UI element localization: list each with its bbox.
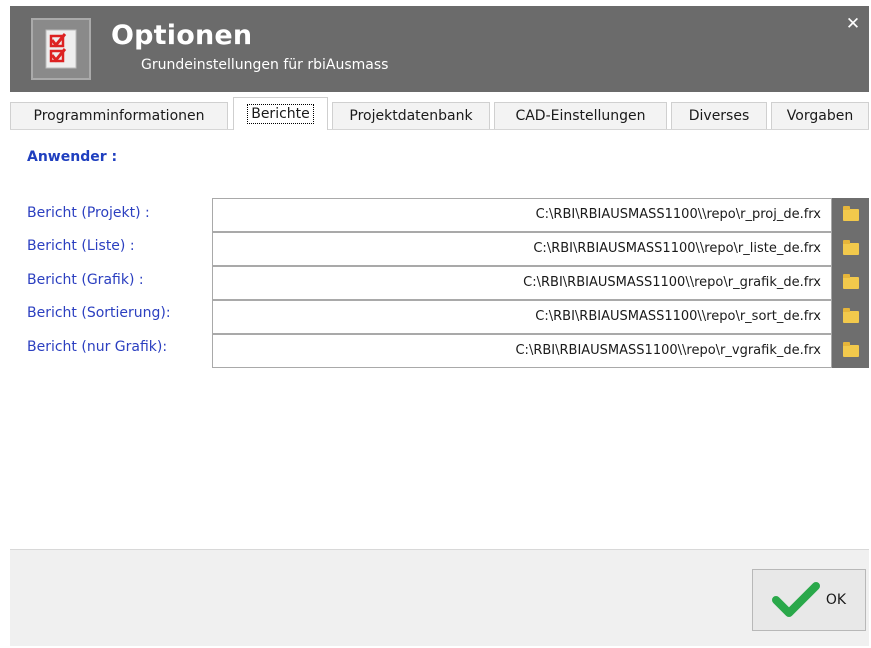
section-label-anwender: Anwender : bbox=[27, 149, 118, 165]
report-path-liste[interactable]: C:\RBI\RBIAUSMASS1100\\repo\r_liste_de.f… bbox=[212, 232, 832, 266]
title-bar: Optionen Grundeinstellungen für rbiAusma… bbox=[10, 6, 869, 92]
report-path-sortierung[interactable]: C:\RBI\RBIAUSMASS1100\\repo\r_sort_de.fr… bbox=[212, 300, 832, 334]
folder-icon bbox=[842, 274, 859, 289]
tab-berichte[interactable]: Berichte bbox=[233, 97, 328, 130]
ok-button[interactable]: OK bbox=[752, 569, 866, 631]
tab-diverses[interactable]: Diverses bbox=[671, 102, 767, 129]
ok-button-label: OK bbox=[825, 592, 847, 608]
browse-folder-button[interactable] bbox=[832, 198, 869, 232]
tab-strip: Programminformationen Berichte Projektda… bbox=[10, 97, 869, 130]
browse-folder-button[interactable] bbox=[832, 334, 869, 368]
checklist-app-icon bbox=[31, 18, 91, 80]
tab-vorgaben[interactable]: Vorgaben bbox=[771, 102, 869, 129]
tab-programminformationen[interactable]: Programminformationen bbox=[10, 102, 228, 129]
report-path-grafik[interactable]: C:\RBI\RBIAUSMASS1100\\repo\r_grafik_de.… bbox=[212, 266, 832, 300]
tab-label: CAD-Einstellungen bbox=[515, 108, 646, 124]
dialog-subtitle: Grundeinstellungen für rbiAusmass bbox=[141, 57, 389, 73]
tab-label: Vorgaben bbox=[786, 108, 854, 124]
report-label-sortierung: Bericht (Sortierung): bbox=[27, 305, 171, 321]
folder-icon bbox=[842, 240, 859, 255]
folder-icon bbox=[842, 342, 859, 357]
tab-projektdatenbank[interactable]: Projektdatenbank bbox=[332, 102, 490, 129]
folder-icon bbox=[842, 308, 859, 323]
folder-icon bbox=[842, 206, 859, 221]
options-dialog: Optionen Grundeinstellungen für rbiAusma… bbox=[10, 6, 869, 646]
tab-label: Programminformationen bbox=[33, 108, 205, 124]
report-label-projekt: Bericht (Projekt) : bbox=[27, 205, 150, 221]
dialog-title: Optionen bbox=[111, 20, 253, 51]
browse-folder-button[interactable] bbox=[832, 232, 869, 266]
tab-cad-einstellungen[interactable]: CAD-Einstellungen bbox=[494, 102, 667, 129]
tab-label: Projektdatenbank bbox=[349, 108, 473, 124]
report-label-liste: Bericht (Liste) : bbox=[27, 238, 135, 254]
tab-label: Berichte bbox=[247, 104, 314, 124]
report-label-grafik: Bericht (Grafik) : bbox=[27, 272, 144, 288]
report-path-nur-grafik[interactable]: C:\RBI\RBIAUSMASS1100\\repo\r_vgrafik_de… bbox=[212, 334, 832, 368]
browse-folder-button[interactable] bbox=[832, 300, 869, 334]
dialog-footer: OK bbox=[10, 549, 869, 646]
tab-label: Diverses bbox=[688, 108, 750, 124]
browse-folder-button[interactable] bbox=[832, 266, 869, 300]
report-path-projekt[interactable]: C:\RBI\RBIAUSMASS1100\\repo\r_proj_de.fr… bbox=[212, 198, 832, 232]
checkmark-icon bbox=[771, 582, 820, 617]
report-label-nur-grafik: Bericht (nur Grafik): bbox=[27, 339, 168, 355]
close-icon[interactable]: ✕ bbox=[844, 14, 862, 34]
